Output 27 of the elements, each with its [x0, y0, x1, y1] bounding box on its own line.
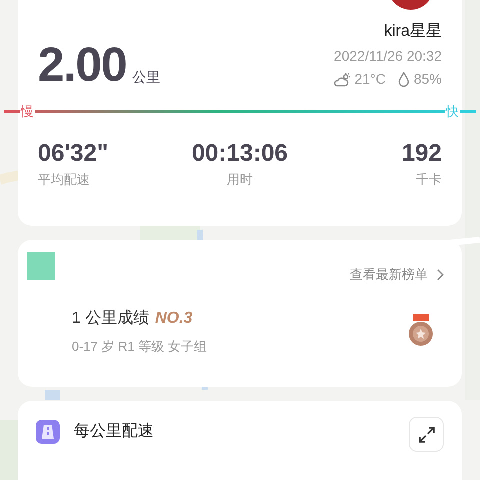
droplet-icon: [398, 72, 410, 87]
stat-label: 平均配速: [38, 171, 90, 189]
distance-value: 2.00: [38, 42, 127, 90]
date-time: 2022/11/26 20:32: [334, 47, 442, 66]
placeholder-block: [27, 252, 55, 280]
rank-text: NO.3: [155, 308, 193, 328]
chevron-right-icon: [436, 268, 444, 281]
pace-title: 每公里配速: [74, 422, 154, 442]
stat-value: 192: [402, 142, 442, 166]
humidity: 85%: [414, 70, 442, 89]
partly-cloudy-icon: [332, 72, 351, 88]
slow-label: 慢: [20, 104, 35, 118]
stat-value: 00:13:06: [192, 142, 288, 166]
expand-button[interactable]: [409, 417, 444, 452]
expand-icon: [418, 426, 436, 444]
ranking-title: 1 公里成绩: [72, 308, 150, 328]
stat-label: 千卡: [416, 171, 442, 189]
road-icon: [36, 420, 60, 444]
bronze-medal-icon: [408, 314, 434, 348]
user-name: kira星星: [384, 22, 442, 42]
stat-value: 06'32": [38, 142, 108, 166]
view-latest-ranking-link[interactable]: 查看最新榜单: [350, 265, 444, 284]
distance-unit: 公里: [132, 68, 161, 87]
ranking-detail: 0-17 岁 R1 等级 女子组: [72, 338, 208, 356]
temperature: 21°C: [354, 70, 386, 89]
stat-label: 用时: [226, 171, 253, 189]
fast-label: 快: [445, 104, 460, 118]
